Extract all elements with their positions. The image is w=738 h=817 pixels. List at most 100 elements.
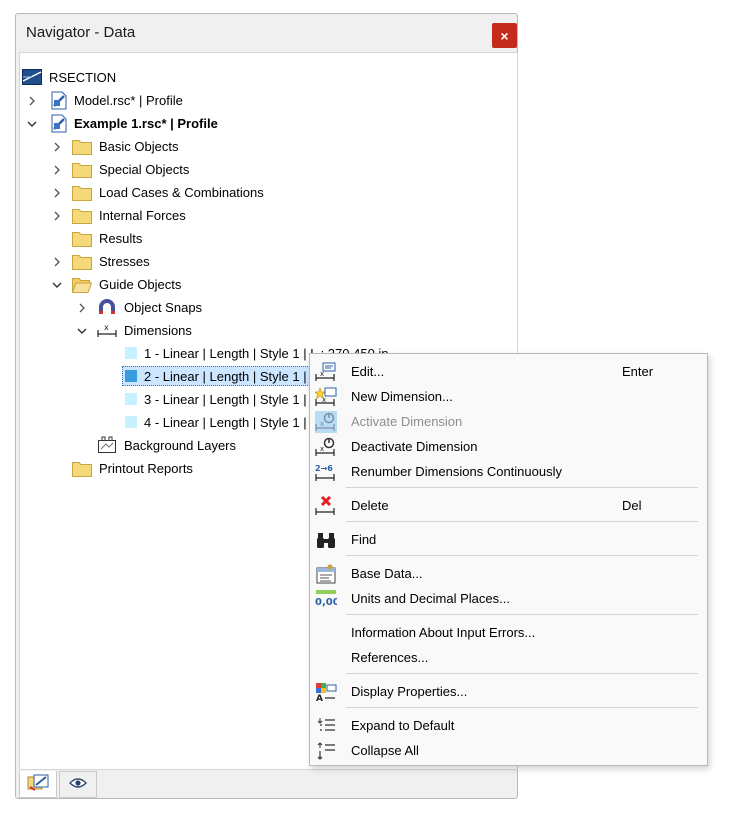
chevron-right-icon[interactable] — [26, 89, 38, 112]
activate-dimension-icon: x — [315, 411, 337, 433]
menu-separator — [346, 487, 698, 488]
magnet-icon — [97, 297, 117, 317]
tree-item-object-snaps[interactable]: Object Snaps — [20, 296, 515, 319]
menu-item-delete[interactable]: Delete Del — [310, 493, 707, 518]
background-layers-icon — [97, 435, 117, 455]
svg-text:A: A — [316, 694, 323, 702]
units-decimal-icon: 0,00 — [315, 588, 337, 610]
chevron-right-icon[interactable] — [51, 250, 63, 273]
tree-item-dimensions[interactable]: x Dimensions — [20, 319, 515, 342]
chevron-down-icon[interactable] — [76, 319, 88, 342]
chevron-right-icon[interactable] — [51, 204, 63, 227]
folder-icon — [72, 205, 92, 225]
dimension-square-icon — [121, 366, 141, 386]
folder-icon — [72, 228, 92, 248]
svg-text:x: x — [320, 420, 324, 428]
menu-label-activate-dimension: Activate Dimension — [351, 414, 463, 429]
navigator-tab-bar — [19, 771, 518, 799]
menu-item-collapse-all[interactable]: Collapse All — [310, 738, 707, 763]
folder-icon — [72, 458, 92, 478]
expand-tree-icon — [315, 715, 337, 737]
tree-label-root: RSECTION — [49, 70, 117, 85]
folder-icon — [72, 159, 92, 179]
chevron-down-icon[interactable] — [51, 273, 63, 296]
model-file-icon — [49, 113, 69, 133]
close-button[interactable]: × — [492, 23, 517, 48]
tree-item-basic-objects[interactable]: Basic Objects — [20, 135, 515, 158]
menu-item-renumber[interactable]: 2→6 Renumber Dimensions Continuously — [310, 459, 707, 484]
tree-item-stresses[interactable]: Stresses — [20, 250, 515, 273]
panel-title: Navigator - Data — [26, 24, 136, 41]
menu-item-base-data[interactable]: Base Data... — [310, 561, 707, 586]
data-navigator-icon — [27, 774, 49, 795]
tab-data[interactable] — [19, 771, 57, 798]
dimension-square-icon — [121, 389, 141, 409]
model-file-icon — [49, 90, 69, 110]
chevron-right-icon[interactable] — [51, 181, 63, 204]
display-properties-icon: A — [315, 681, 337, 703]
menu-label-display-properties: Display Properties... — [351, 684, 468, 699]
tree-label-example: Example 1.rsc* | Profile — [74, 116, 218, 131]
tree-label-dimension-3: 3 - Linear | Length | Style 1 | L — [144, 392, 318, 407]
menu-item-references[interactable]: References... — [310, 645, 707, 670]
base-data-icon — [315, 563, 337, 585]
menu-shortcut-delete: Del — [622, 498, 642, 513]
menu-label-delete: Delete — [351, 498, 389, 513]
menu-item-find[interactable]: Find — [310, 527, 707, 552]
tree-label-dimensions: Dimensions — [124, 323, 192, 338]
dimension-icon: x — [97, 320, 117, 340]
tree-item-guide-objects[interactable]: Guide Objects — [20, 273, 515, 296]
menu-item-deactivate-dimension[interactable]: x Deactivate Dimension — [310, 434, 707, 459]
delete-icon — [315, 495, 337, 517]
menu-separator — [346, 707, 698, 708]
tree-item-model[interactable]: Model.rsc* | Profile — [20, 89, 515, 112]
close-icon: × — [500, 27, 509, 44]
menu-label-find: Find — [351, 532, 377, 547]
chevron-right-icon[interactable] — [51, 135, 63, 158]
dimension-square-icon — [121, 343, 141, 363]
tree-label-background-layers: Background Layers — [124, 438, 237, 453]
deactivate-dimension-icon: x — [315, 436, 337, 458]
menu-item-activate-dimension[interactable]: x Activate Dimension — [310, 409, 707, 434]
tree-label-guide-objects: Guide Objects — [99, 277, 182, 292]
menu-separator — [346, 673, 698, 674]
folder-open-icon — [72, 274, 92, 294]
tree-item-example[interactable]: Example 1.rsc* | Profile — [20, 112, 515, 135]
tree-item-special-objects[interactable]: Special Objects — [20, 158, 515, 181]
renumber-icon: 2→6 — [315, 461, 337, 483]
folder-icon — [72, 182, 92, 202]
chevron-down-icon[interactable] — [26, 112, 38, 135]
menu-shortcut-edit: Enter — [622, 364, 654, 379]
tree-item-root[interactable]: RSECTION — [20, 66, 515, 89]
renumber-icon-text: 2→6 — [315, 464, 333, 473]
menu-item-units[interactable]: 0,00 Units and Decimal Places... — [310, 586, 707, 611]
menu-item-display-properties[interactable]: A Display Properties... — [310, 679, 707, 704]
svg-text:x: x — [104, 323, 109, 332]
collapse-tree-icon — [315, 740, 337, 762]
menu-label-collapse-all: Collapse All — [351, 743, 419, 758]
menu-item-new-dimension[interactable]: x New Dimension... — [310, 384, 707, 409]
tree-label-results: Results — [99, 231, 143, 246]
chevron-right-icon[interactable] — [76, 296, 88, 319]
menu-separator — [346, 521, 698, 522]
tree-item-internal-forces[interactable]: Internal Forces — [20, 204, 515, 227]
menu-label-base-data: Base Data... — [351, 566, 423, 581]
tree-label-basic-objects: Basic Objects — [99, 139, 179, 154]
tree-label-printout-reports: Printout Reports — [99, 461, 193, 476]
new-dimension-icon: x — [315, 386, 337, 408]
tab-display[interactable] — [59, 771, 97, 798]
context-menu: x Edit... Enter x New Dimension... x Act… — [309, 353, 708, 766]
tree-label-special-objects: Special Objects — [99, 162, 190, 177]
chevron-right-icon[interactable] — [51, 158, 63, 181]
tree-item-load-cases[interactable]: Load Cases & Combinations — [20, 181, 515, 204]
tree-label-dimension-2: 2 - Linear | Length | Style 1 | L — [144, 369, 318, 384]
menu-item-edit[interactable]: x Edit... Enter — [310, 359, 707, 384]
menu-label-deactivate-dimension: Deactivate Dimension — [351, 439, 478, 454]
tree-label-internal-forces: Internal Forces — [99, 208, 186, 223]
menu-item-info-errors[interactable]: Information About Input Errors... — [310, 620, 707, 645]
dimension-square-icon — [121, 412, 141, 432]
svg-text:x: x — [322, 396, 326, 404]
menu-item-expand-default[interactable]: Expand to Default — [310, 713, 707, 738]
menu-separator — [346, 555, 698, 556]
tree-item-results[interactable]: Results — [20, 227, 515, 250]
